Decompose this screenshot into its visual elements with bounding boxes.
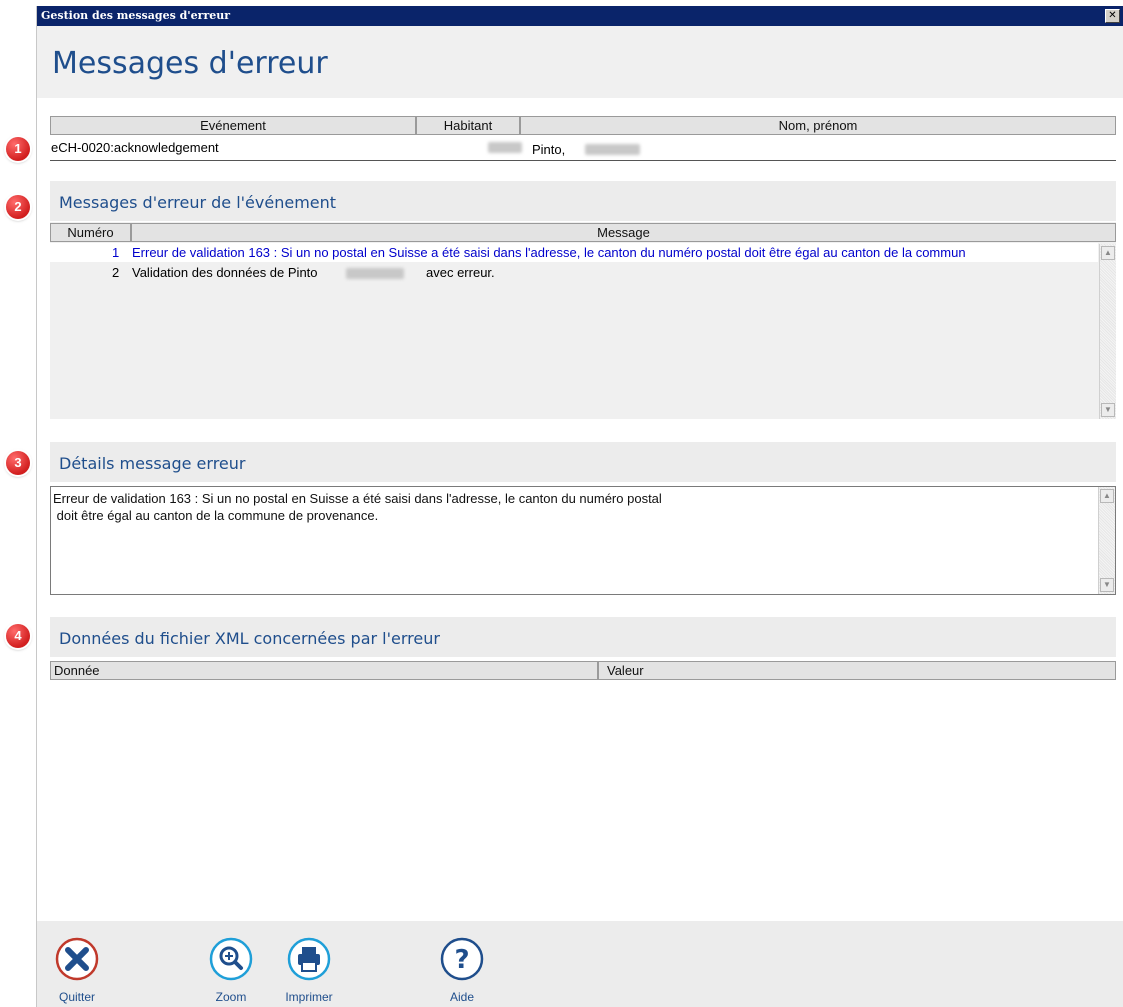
help-button[interactable]: ? Aide	[432, 937, 492, 1004]
footer-toolbar: Quitter Zoom Imprimer ? Aide	[37, 921, 1123, 1007]
message-text-suffix: avec erreur.	[426, 265, 495, 280]
svg-text:?: ?	[454, 945, 469, 975]
badge-2: 2	[6, 195, 30, 219]
window-title: Gestion des messages d'erreur	[41, 9, 231, 22]
page-title: Messages d'erreur	[52, 46, 328, 81]
close-icon	[55, 937, 99, 981]
error-messages-window: Gestion des messages d'erreur ✕ Messages…	[36, 6, 1123, 1007]
section-title-xml: Données du fichier XML concernées par l'…	[59, 629, 440, 648]
badge-3: 3	[6, 451, 30, 475]
printer-icon	[287, 937, 331, 981]
section-title-details: Détails message erreur	[59, 454, 246, 473]
badge-4: 4	[6, 624, 30, 648]
details-line-1: Erreur de validation 163 : Si un no post…	[53, 491, 662, 506]
firstname-redacted	[346, 268, 404, 279]
help-label: Aide	[449, 990, 475, 1004]
messages-scrollbar[interactable]: ▲ ▼	[1099, 244, 1116, 419]
zoom-in-icon	[209, 937, 253, 981]
section-header-details: Détails message erreur	[50, 442, 1116, 482]
help-icon: ?	[440, 937, 484, 981]
print-button[interactable]: Imprimer	[279, 937, 339, 1004]
title-bar: Gestion des messages d'erreur ✕	[37, 6, 1123, 26]
table-row[interactable]: eCH-0020:acknowledgement Pinto,	[50, 136, 1116, 161]
header-band: Messages d'erreur	[37, 26, 1123, 98]
section-header-xml: Données du fichier XML concernées par l'…	[50, 617, 1116, 657]
details-textarea[interactable]: Erreur de validation 163 : Si un no post…	[50, 486, 1116, 595]
firstname-redacted	[585, 144, 640, 155]
print-label: Imprimer	[285, 990, 333, 1004]
column-header-number[interactable]: Numéro	[50, 223, 131, 242]
quit-button[interactable]: Quitter	[47, 937, 107, 1004]
message-text: Erreur de validation 163 : Si un no post…	[132, 245, 966, 260]
list-item[interactable]: 1 Erreur de validation 163 : Si un no po…	[50, 243, 1098, 262]
message-number: 1	[112, 245, 120, 260]
scroll-up-button[interactable]: ▲	[1101, 246, 1115, 260]
details-line-2: doit être égal au canton de la commune d…	[53, 508, 379, 523]
scroll-down-button[interactable]: ▼	[1100, 578, 1114, 592]
section-title-messages: Messages d'erreur de l'événement	[59, 193, 337, 212]
name-cell: Pinto,	[532, 142, 566, 157]
column-header-resident[interactable]: Habitant	[416, 116, 520, 135]
list-item[interactable]: 2 Validation des données de Pinto avec e…	[50, 263, 1098, 282]
section-header-messages: Messages d'erreur de l'événement	[50, 181, 1116, 221]
message-number: 2	[112, 265, 120, 280]
event-cell: eCH-0020:acknowledgement	[51, 140, 219, 155]
zoom-button[interactable]: Zoom	[201, 937, 261, 1004]
message-text-prefix: Validation des données de Pinto	[132, 265, 318, 280]
messages-list[interactable]: Numéro Message 1 Erreur de validation 16…	[50, 222, 1116, 419]
column-header-name[interactable]: Nom, prénom	[520, 116, 1116, 135]
resident-id-redacted	[488, 142, 522, 153]
close-icon[interactable]: ✕	[1105, 9, 1120, 23]
badge-1: 1	[6, 137, 30, 161]
scroll-up-button[interactable]: ▲	[1100, 489, 1114, 503]
details-text: Erreur de validation 163 : Si un no post…	[53, 490, 662, 524]
details-scrollbar[interactable]: ▲ ▼	[1098, 487, 1115, 594]
column-header-event[interactable]: Evénement	[50, 116, 416, 135]
zoom-label: Zoom	[215, 990, 247, 1004]
column-header-value[interactable]: Valeur	[598, 661, 1116, 680]
column-header-message[interactable]: Message	[131, 223, 1116, 242]
scroll-down-button[interactable]: ▼	[1101, 403, 1115, 417]
quit-label: Quitter	[58, 990, 95, 1004]
column-header-data[interactable]: Donnée	[50, 661, 598, 680]
